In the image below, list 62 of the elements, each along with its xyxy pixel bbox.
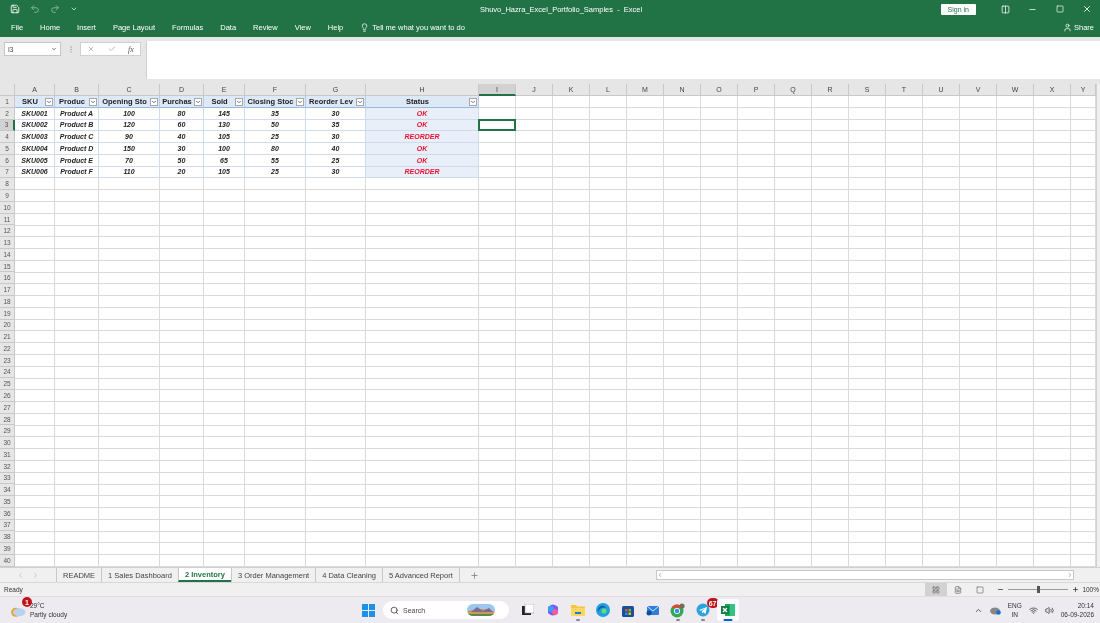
scroll-left-icon[interactable] <box>656 572 663 578</box>
running-indicator <box>723 619 732 621</box>
filter-dropdown-button[interactable] <box>150 98 158 106</box>
grid-icon <box>932 585 941 594</box>
filter-dropdown-button[interactable] <box>89 98 97 106</box>
filter-dropdown-button[interactable] <box>45 98 53 106</box>
enter-icon[interactable] <box>107 45 116 53</box>
colorful-app-icon <box>545 603 560 617</box>
running-indicator <box>575 619 580 621</box>
task-view-icon <box>521 604 534 616</box>
caret-icon <box>357 99 363 105</box>
scroll-right-icon[interactable] <box>1066 572 1073 578</box>
caret-icon <box>236 99 242 105</box>
filter-dropdown-button[interactable] <box>194 98 202 106</box>
save-icon[interactable] <box>10 4 20 14</box>
page-icon <box>954 585 963 594</box>
zoom-in-icon[interactable] <box>1072 586 1080 593</box>
running-indicator <box>675 619 680 621</box>
insert-function-button[interactable]: fx <box>128 44 134 54</box>
filter-dropdown-button[interactable] <box>469 98 477 106</box>
caret-icon <box>46 99 52 105</box>
customize-toolbar-icon[interactable] <box>70 5 78 13</box>
normal-view-button[interactable] <box>925 583 948 596</box>
paper-plane-icon <box>695 603 710 617</box>
add-sheet-icon[interactable] <box>469 570 479 580</box>
cancel-icon[interactable] <box>87 45 96 53</box>
filter-dropdown-button[interactable] <box>356 98 364 106</box>
ribbon-display-icon[interactable] <box>1001 4 1010 14</box>
zoom-slider-thumb[interactable] <box>1036 586 1040 593</box>
zoom-out-icon[interactable] <box>997 586 1005 593</box>
caret-icon <box>195 99 201 105</box>
folder-icon <box>570 604 585 616</box>
running-indicator <box>700 619 705 621</box>
horizontal-scrollbar[interactable] <box>655 570 1074 580</box>
shopping-bag-icon <box>620 603 635 617</box>
search-icon <box>390 605 399 615</box>
previous-sheet-icon[interactable] <box>17 571 24 579</box>
caret-icon[interactable] <box>51 46 57 52</box>
browser-swirl-icon <box>595 603 610 617</box>
start-icon[interactable] <box>362 603 375 617</box>
excel-icon <box>720 603 735 617</box>
person-icon[interactable] <box>1063 23 1072 32</box>
undo-icon[interactable] <box>30 4 40 14</box>
network-icon[interactable] <box>1028 605 1038 615</box>
formula-input-field[interactable] <box>146 41 1100 79</box>
redo-icon[interactable] <box>50 4 60 14</box>
caret-icon <box>297 99 303 105</box>
close-icon[interactable] <box>1081 4 1092 14</box>
lightbulb-icon[interactable] <box>360 23 370 32</box>
filter-dropdown-button[interactable] <box>235 98 243 106</box>
vertical-scrollbar[interactable] <box>1096 84 1100 567</box>
square-icon <box>976 585 985 594</box>
caret-icon <box>90 99 96 105</box>
volume-icon[interactable] <box>1044 605 1054 615</box>
filter-dropdown-button[interactable] <box>296 98 304 106</box>
caret-icon <box>470 99 476 105</box>
active-cell[interactable] <box>478 118 516 132</box>
cloud-icon[interactable] <box>989 605 1001 615</box>
restore-icon[interactable] <box>1055 5 1064 13</box>
caret-icon <box>151 99 157 105</box>
mail-icon <box>645 604 660 616</box>
chrome-icon <box>670 602 685 618</box>
